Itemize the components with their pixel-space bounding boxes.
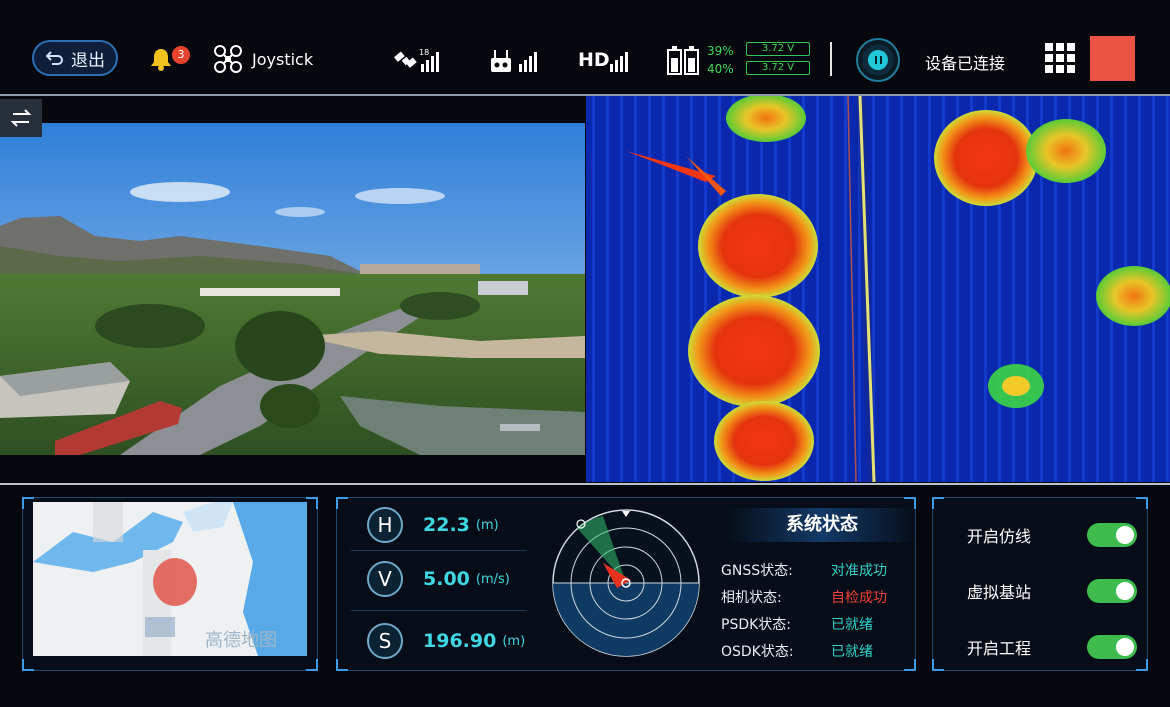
pause-icon — [868, 50, 888, 70]
bell-icon[interactable] — [148, 46, 174, 72]
switch-row-virtual-base: 虚拟基站 — [967, 576, 1137, 606]
telemetry-separator — [351, 610, 527, 611]
simulation-toggle[interactable] — [1087, 523, 1137, 547]
battery-2-percent: 40% — [707, 62, 734, 76]
virtual-base-toggle[interactable] — [1087, 579, 1137, 603]
point-cloud-image — [586, 96, 1170, 482]
speed-badge: V — [367, 561, 403, 597]
swap-view-button[interactable] — [0, 99, 42, 137]
battery-1-voltage: 3.72 V — [746, 42, 810, 56]
distance-row: S 196.90 (m) — [367, 618, 525, 664]
distance-value: 196.90 — [423, 630, 497, 652]
switch-panel: 开启仿线 虚拟基站 开启工程 — [932, 497, 1148, 671]
distance-unit: (m) — [502, 633, 526, 649]
back-arrow-icon — [45, 51, 63, 65]
gnss-status-value: 对准成功 — [831, 563, 887, 579]
video-signal-icon — [610, 52, 628, 72]
telemetry-separator — [351, 550, 527, 551]
osdk-status-value: 已就绪 — [831, 644, 873, 660]
satellite-count: 18 — [419, 48, 430, 57]
toolbar-divider — [830, 42, 832, 76]
status-row-camera: 相机状态: 自检成功 — [721, 590, 887, 606]
remote-controller-icon — [491, 50, 537, 72]
status-row-psdk: PSDK状态: 已就绪 — [721, 617, 873, 633]
swap-icon — [10, 109, 32, 127]
battery-1-percent: 39% — [707, 44, 734, 58]
exit-button[interactable]: 退出 — [32, 40, 118, 76]
camera-status-value: 自检成功 — [831, 590, 887, 606]
switch-row-project: 开启工程 — [967, 632, 1137, 662]
camera-feed[interactable] — [0, 96, 585, 482]
device-status: 设备已连接 — [925, 54, 1006, 73]
height-value: 22.3 — [423, 514, 470, 536]
record-button[interactable] — [1090, 36, 1135, 81]
aerial-landscape-image — [0, 96, 585, 482]
status-row-osdk: OSDK状态: 已就绪 — [721, 644, 873, 660]
distance-badge: S — [367, 623, 403, 659]
telemetry-panel: H 22.3 (m) V 5.00 (m/s) S 196.90 (m) 系统状… — [336, 497, 917, 671]
psdk-status-value: 已就绪 — [831, 617, 873, 633]
speed-unit: (m/s) — [475, 571, 510, 587]
map-watermark: 高德地图 — [205, 630, 277, 651]
battery-2-voltage: 3.72 V — [746, 61, 810, 75]
switch-row-simulation: 开启仿线 — [967, 520, 1137, 550]
grid-menu-icon[interactable] — [1045, 43, 1075, 73]
switch-label: 开启仿线 — [967, 527, 1032, 546]
flight-mode-label: Joystick — [252, 50, 314, 69]
mini-map[interactable]: 高德地图 — [33, 502, 307, 656]
map-panel: 高德地图 — [22, 497, 318, 671]
attitude-radar — [552, 509, 700, 657]
project-toggle[interactable] — [1087, 635, 1137, 659]
lidar-point-cloud-view[interactable] — [586, 96, 1170, 482]
system-status-title: 系统状态 — [727, 508, 917, 542]
status-row-gnss: GNSS状态: 对准成功 — [721, 563, 887, 579]
speed-row: V 5.00 (m/s) — [367, 556, 510, 602]
height-row: H 22.3 (m) — [367, 502, 499, 548]
section-divider — [0, 483, 1170, 485]
switch-label: 开启工程 — [967, 639, 1032, 658]
height-badge: H — [367, 507, 403, 543]
top-toolbar: 退出 3 Joystick 18 HD 39% 40% 3.72 V 3.72 … — [0, 0, 1170, 94]
speed-value: 5.00 — [423, 568, 470, 590]
pause-button[interactable] — [856, 38, 900, 82]
exit-label: 退出 — [71, 50, 105, 71]
battery-icon — [667, 46, 699, 75]
switch-label: 虚拟基站 — [967, 583, 1032, 602]
notification-badge: 3 — [172, 46, 190, 64]
height-unit: (m) — [475, 517, 499, 533]
drone-icon — [214, 45, 242, 73]
